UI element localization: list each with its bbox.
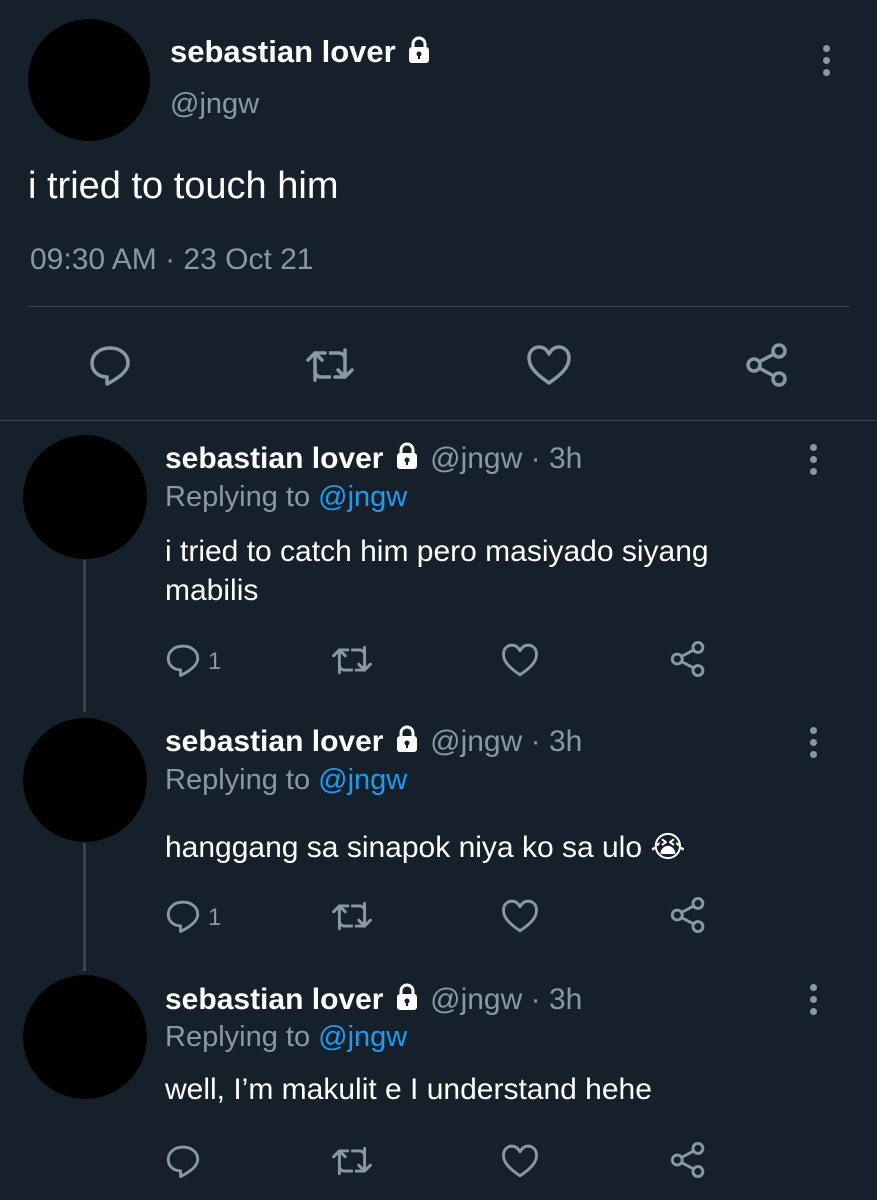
reply-count: 1 bbox=[208, 904, 222, 931]
avatar[interactable] bbox=[23, 975, 147, 1099]
more-options-icon[interactable] bbox=[810, 727, 818, 763]
avatar[interactable] bbox=[28, 19, 150, 141]
reply-icon[interactable] bbox=[165, 1143, 201, 1179]
share-icon[interactable] bbox=[744, 342, 790, 388]
handle-time: @jngw · 3h bbox=[430, 724, 583, 758]
display-name[interactable]: sebastian lover bbox=[170, 34, 434, 73]
more-options-icon[interactable] bbox=[823, 45, 831, 81]
display-name[interactable]: sebastian lover @jngw · 3h bbox=[165, 441, 582, 479]
retweet-icon[interactable] bbox=[331, 642, 373, 678]
like-icon[interactable] bbox=[526, 344, 572, 386]
reply-icon[interactable] bbox=[165, 642, 201, 678]
handle-time: @jngw · 3h bbox=[430, 982, 583, 1016]
replying-to: Replying to @jngw bbox=[165, 1021, 408, 1053]
more-options-icon[interactable] bbox=[810, 984, 818, 1020]
divider bbox=[0, 420, 877, 421]
thread-line bbox=[83, 560, 86, 712]
like-icon[interactable] bbox=[501, 898, 539, 934]
retweet-icon[interactable] bbox=[331, 898, 373, 934]
avatar[interactable] bbox=[23, 435, 147, 559]
reply-text: mabilis bbox=[165, 574, 259, 607]
reply-text: hanggang sa sinapok niya ko sa ulo 😭 bbox=[165, 831, 686, 864]
lock-icon bbox=[392, 982, 422, 1020]
share-icon[interactable] bbox=[669, 896, 707, 934]
lock-icon bbox=[404, 35, 434, 73]
like-icon[interactable] bbox=[501, 642, 539, 678]
replying-to: Replying to @jngw bbox=[165, 764, 408, 796]
divider bbox=[28, 306, 850, 307]
like-icon[interactable] bbox=[501, 1143, 539, 1179]
replying-to-handle[interactable]: @jngw bbox=[318, 481, 407, 513]
lock-icon bbox=[392, 724, 422, 762]
timestamp[interactable]: 09:30 AM · 23 Oct 21 bbox=[30, 243, 314, 277]
thread-line bbox=[83, 843, 86, 971]
retweet-icon[interactable] bbox=[331, 1143, 373, 1179]
reply-text: i tried to catch him pero masiyado siyan… bbox=[165, 535, 709, 568]
avatar[interactable] bbox=[23, 718, 147, 842]
reply-icon[interactable] bbox=[165, 898, 201, 934]
replying-to-handle[interactable]: @jngw bbox=[318, 764, 407, 796]
share-icon[interactable] bbox=[669, 640, 707, 678]
handle[interactable]: @jngw bbox=[170, 88, 259, 121]
more-options-icon[interactable] bbox=[810, 444, 818, 480]
tweet-text: i tried to touch him bbox=[28, 165, 339, 207]
display-name[interactable]: sebastian lover @jngw · 3h bbox=[165, 724, 582, 762]
display-name[interactable]: sebastian lover @jngw · 3h bbox=[165, 982, 582, 1020]
reply-text: well, I’m makulit e I understand hehe bbox=[165, 1073, 652, 1106]
lock-icon bbox=[392, 441, 422, 479]
share-icon[interactable] bbox=[669, 1141, 707, 1179]
retweet-icon[interactable] bbox=[305, 344, 355, 386]
handle-time: @jngw · 3h bbox=[430, 441, 583, 475]
reply-count: 1 bbox=[208, 648, 222, 675]
reply-icon[interactable] bbox=[88, 343, 132, 387]
replying-to-handle[interactable]: @jngw bbox=[318, 1021, 407, 1053]
replying-to: Replying to @jngw bbox=[165, 481, 408, 513]
